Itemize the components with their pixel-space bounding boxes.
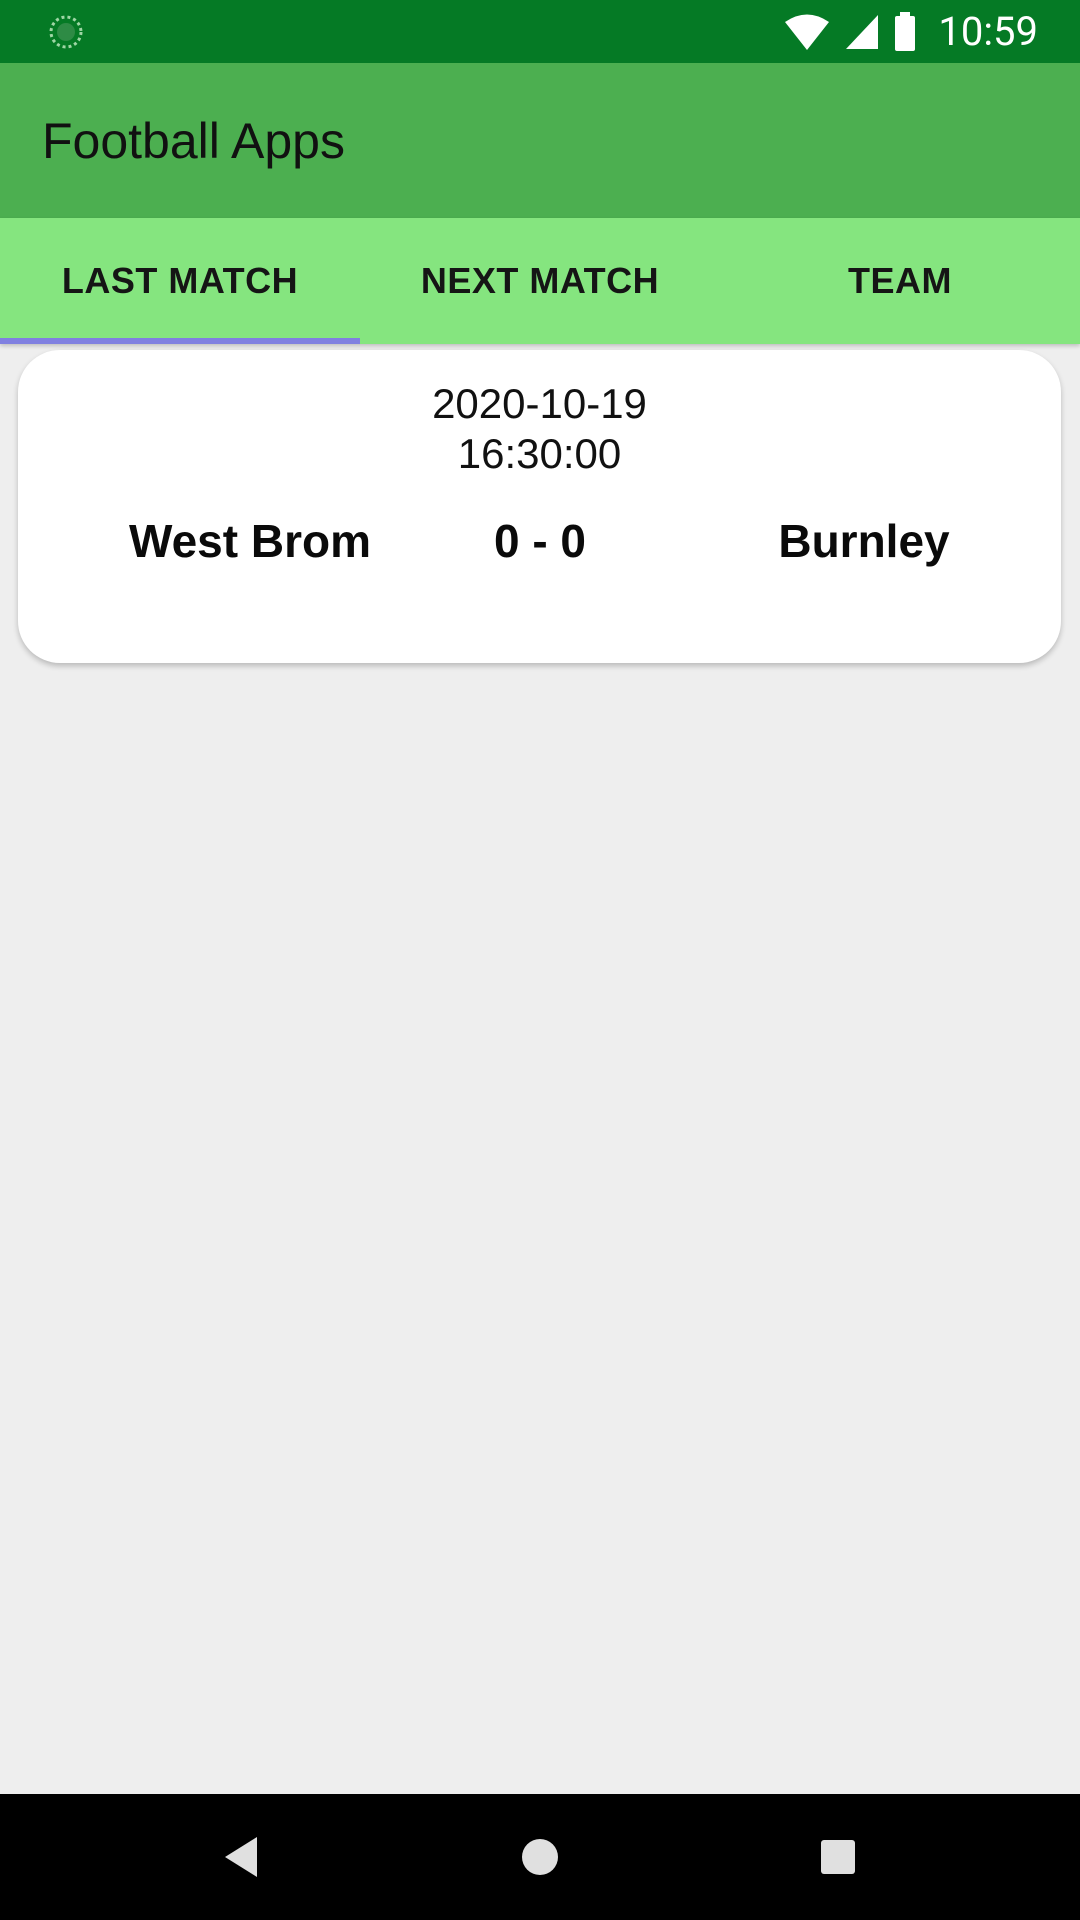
home-team-name: West Brom	[129, 515, 371, 567]
loading-spinner-icon	[49, 15, 83, 49]
signal-icon	[846, 14, 879, 49]
app-bar: Football Apps	[0, 63, 1080, 218]
home-icon[interactable]	[514, 1831, 566, 1883]
match-card[interactable]: 2020-10-19 16:30:00 West Brom 0 - 0 Burn…	[18, 350, 1061, 663]
back-icon[interactable]	[215, 1831, 267, 1883]
match-score: 0 - 0	[493, 515, 587, 567]
app-title: Football Apps	[42, 112, 345, 169]
away-team-name: Burnley	[778, 515, 950, 567]
match-date: 2020-10-19	[432, 380, 647, 427]
status-icons: 10:59	[784, 0, 1038, 63]
match-time: 16:30:00	[457, 430, 622, 477]
tab-bar: LAST MATCH NEXT MATCH TEAM	[0, 218, 1080, 344]
system-nav-bar	[0, 1794, 1080, 1920]
tab-next-match[interactable]: NEXT MATCH	[360, 218, 720, 344]
tab-team[interactable]: TEAM	[720, 218, 1080, 344]
status-bar: 10:59	[0, 0, 1080, 63]
status-time: 10:59	[938, 8, 1038, 55]
wifi-icon	[785, 14, 830, 50]
tab-selected-indicator	[0, 338, 360, 344]
recents-icon[interactable]	[812, 1831, 864, 1883]
tab-last-match[interactable]: LAST MATCH	[0, 218, 360, 344]
battery-icon	[895, 11, 916, 51]
